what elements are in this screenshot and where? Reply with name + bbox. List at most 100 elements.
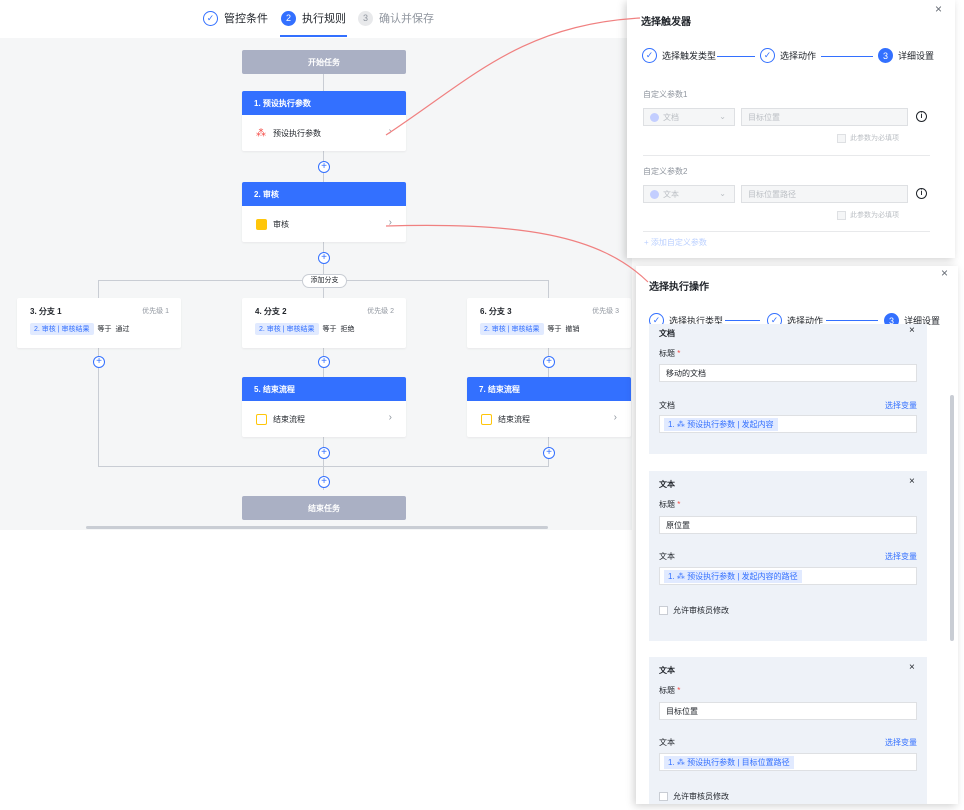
info-icon[interactable]: i	[916, 188, 927, 199]
add-branch-button[interactable]: 添加分支	[302, 274, 347, 288]
title-input[interactable]: 移动的文档	[659, 364, 917, 382]
variable-input[interactable]: 1. ⁂ 预设执行参数 | 发起内容	[659, 415, 917, 433]
add-node-button[interactable]: +	[318, 447, 330, 459]
end-flow-icon	[481, 413, 492, 425]
step-label: 管控条件	[224, 13, 268, 25]
node-body-label: 预设执行参数	[273, 128, 321, 138]
param2-type-select[interactable]: 文本 ⌄	[643, 185, 735, 203]
allow-reviewer-edit-checkbox[interactable]: 允许审核员修改	[659, 605, 729, 616]
checkbox-box	[837, 210, 846, 220]
connector-line	[98, 466, 549, 467]
add-node-button[interactable]: +	[543, 356, 555, 368]
chevron-right-icon: ›	[388, 217, 392, 228]
branch-priority: 优先级 1	[142, 308, 169, 315]
node-title: 1. 预设执行参数	[242, 91, 406, 115]
divider	[643, 155, 930, 156]
title-input[interactable]: 原位置	[659, 516, 917, 534]
select-value: 文本	[663, 189, 679, 199]
condition-tag: 2. 审核 | 审核结果	[30, 323, 94, 335]
branch-condition: 2. 审核 | 审核结果 等于 通过	[30, 323, 130, 335]
check-icon: ✓	[203, 10, 218, 26]
step-conditions[interactable]: ✓ 管控条件	[203, 8, 268, 28]
node-body-label: 结束流程	[498, 414, 530, 424]
action-card-document: 文档 × 标题 * 移动的文档 文档 选择变量 1. ⁂ 预设执行参数 | 发起…	[649, 324, 927, 454]
active-step-underline	[280, 35, 347, 37]
add-custom-param-button[interactable]: + 添加自定义参数	[644, 237, 707, 248]
add-node-button[interactable]: +	[93, 356, 105, 368]
variable-tag: 1. ⁂ 预设执行参数 | 发起内容	[664, 417, 778, 431]
text-type-icon	[650, 189, 659, 199]
node-body-label: 结束流程	[273, 414, 305, 424]
variable-input[interactable]: 1. ⁂ 预设执行参数 | 发起内容的路径	[659, 567, 917, 585]
action-panel: 选择执行操作 × ✓ 选择执行类型 ✓ 选择动作 3 详细设置 文档 × 标题 …	[636, 266, 958, 804]
trigger-step-3[interactable]: 3 详细设置	[878, 48, 934, 63]
select-variable-link[interactable]: 选择变量	[885, 400, 917, 411]
step-rules[interactable]: 2 执行规则	[281, 8, 346, 28]
field-label: 文档	[659, 401, 675, 410]
add-node-button[interactable]: +	[318, 356, 330, 368]
vertical-scrollbar[interactable]	[950, 395, 954, 641]
node-preset-params[interactable]: 1. 预设执行参数 ⁂ 预设执行参数 ›	[242, 91, 406, 151]
condition-value: 撤销	[565, 326, 580, 333]
add-node-button[interactable]: +	[543, 447, 555, 459]
branch-title: 4. 分支 2	[255, 307, 287, 316]
condition-op: 等于	[547, 326, 562, 333]
info-icon[interactable]: i	[916, 111, 927, 122]
node-body-label: 审核	[273, 219, 289, 229]
param2-name-input[interactable]: 目标位置路径	[741, 185, 908, 203]
check-icon: ✓	[760, 48, 775, 63]
condition-tag: 2. 审核 | 审核结果	[480, 323, 544, 335]
action-card-text-origin: 文本 × 标题 * 原位置 文本 选择变量 1. ⁂ 预设执行参数 | 发起内容…	[649, 471, 927, 641]
branch-1[interactable]: 3. 分支 1 优先级 1 2. 审核 | 审核结果 等于 通过	[17, 298, 181, 348]
node-end-flow-5[interactable]: 5. 结束流程 结束流程 ›	[242, 377, 406, 437]
close-icon[interactable]: ×	[935, 2, 942, 16]
step-connector	[826, 320, 878, 321]
close-icon[interactable]: ×	[909, 476, 915, 487]
input-placeholder: 目标位置	[748, 112, 780, 122]
variable-tag: 1. ⁂ 预设执行参数 | 目标位置路径	[664, 755, 794, 769]
condition-tag: 2. 审核 | 审核结果	[255, 323, 319, 335]
horizontal-scrollbar[interactable]	[86, 526, 548, 529]
field-label: 标题 *	[659, 686, 681, 695]
condition-op: 等于	[97, 326, 112, 333]
add-node-button[interactable]: +	[318, 252, 330, 264]
close-icon[interactable]: ×	[909, 662, 915, 673]
add-node-button[interactable]: +	[318, 161, 330, 173]
add-node-button[interactable]: +	[318, 476, 330, 488]
param2-label: 自定义参数2	[643, 167, 688, 176]
title-input[interactable]: 目标位置	[659, 702, 917, 720]
trigger-step-1[interactable]: ✓ 选择触发类型	[642, 48, 716, 63]
node-end-flow-7[interactable]: 7. 结束流程 结束流程 ›	[467, 377, 631, 437]
param1-type-select[interactable]: 文档 ⌄	[643, 108, 735, 126]
branch-title: 3. 分支 1	[30, 307, 62, 316]
param1-name-input[interactable]: 目标位置	[741, 108, 908, 126]
select-variable-link[interactable]: 选择变量	[885, 737, 917, 748]
branch-3[interactable]: 6. 分支 3 优先级 3 2. 审核 | 审核结果 等于 撤销	[467, 298, 631, 348]
branch-2[interactable]: 4. 分支 2 优先级 2 2. 审核 | 审核结果 等于 拒绝	[242, 298, 406, 348]
end-task-node[interactable]: 结束任务	[242, 496, 406, 520]
card-title: 文本	[659, 480, 675, 489]
trigger-step-2[interactable]: ✓ 选择动作	[760, 48, 816, 63]
close-icon[interactable]: ×	[941, 266, 948, 280]
param2-required-checkbox[interactable]: 此参数为必填项	[837, 210, 899, 220]
close-icon[interactable]: ×	[909, 325, 915, 336]
condition-value: 拒绝	[340, 326, 355, 333]
field-label: 文本	[659, 552, 675, 561]
variable-tag: 1. ⁂ 预设执行参数 | 发起内容的路径	[664, 569, 802, 583]
field-label: 标题 *	[659, 349, 681, 358]
variable-input[interactable]: 1. ⁂ 预设执行参数 | 目标位置路径	[659, 753, 917, 771]
condition-op: 等于	[322, 326, 337, 333]
param-icon: ⁂	[256, 127, 266, 139]
node-audit[interactable]: 2. 审核 审核 ›	[242, 182, 406, 242]
branch-priority: 优先级 2	[367, 308, 394, 315]
branch-priority: 优先级 3	[592, 308, 619, 315]
chevron-right-icon: ›	[613, 412, 617, 423]
checkbox-label: 允许审核员修改	[673, 606, 729, 615]
chevron-down-icon: ⌄	[719, 189, 726, 198]
allow-reviewer-edit-checkbox[interactable]: 允许审核员修改	[659, 791, 729, 802]
node-title: 5. 结束流程	[242, 377, 406, 401]
param1-required-checkbox[interactable]: 此参数为必填项	[837, 133, 899, 143]
step-confirm[interactable]: 3 确认并保存	[358, 8, 434, 28]
start-task-node[interactable]: 开始任务	[242, 50, 406, 74]
select-variable-link[interactable]: 选择变量	[885, 551, 917, 562]
